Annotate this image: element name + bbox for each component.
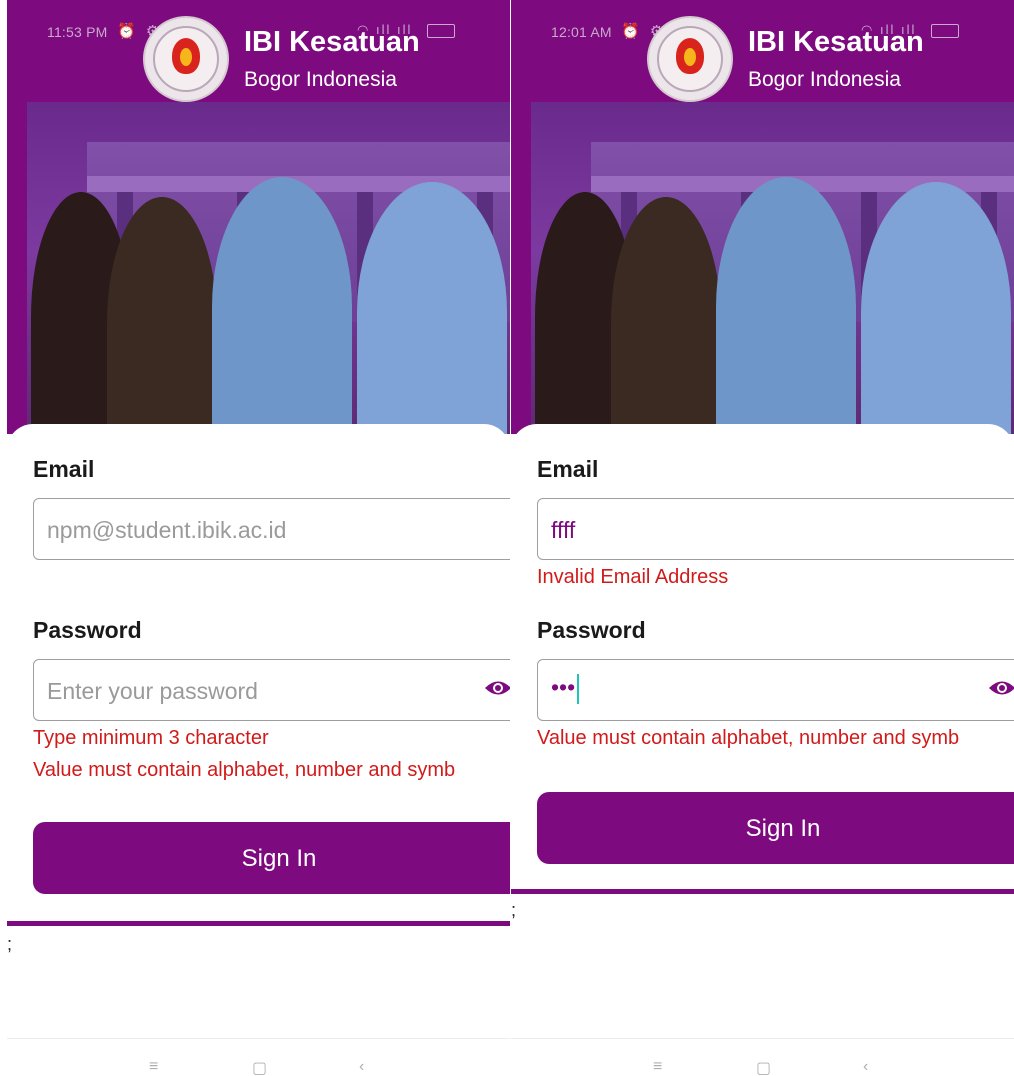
hero-image (511, 102, 1014, 434)
password-placeholder: Enter your password (47, 678, 258, 704)
email-placeholder: npm@student.ibik.ac.id (47, 517, 287, 543)
email-label: Email (33, 456, 95, 482)
semicolon-text: ; (511, 900, 517, 920)
logo-icon (647, 16, 733, 102)
nav-divider (7, 1038, 510, 1039)
password-label: Password (537, 617, 646, 643)
sign-in-button[interactable]: Sign In (33, 822, 510, 894)
password-field[interactable]: ••• (537, 659, 1014, 721)
nav-divider (511, 1038, 1014, 1039)
email-label: Email (537, 456, 599, 482)
semicolon-text: ; (7, 934, 13, 954)
email-field[interactable]: ffff (537, 498, 1014, 560)
battery-icon (931, 24, 959, 38)
menu-icon[interactable]: ≡ (653, 1058, 662, 1076)
hero-image (7, 102, 510, 434)
brand-title: IBI Kesatuan (244, 26, 420, 58)
sign-in-label: Sign In (745, 815, 821, 842)
screen-right: 12:01 AM ⏰ ⚙ ◠ ıll ıll IBI Kesatuan Bogo… (511, 0, 1014, 1076)
password-value: ••• (551, 674, 576, 701)
menu-icon[interactable]: ≡ (149, 1058, 158, 1076)
logo-icon (143, 16, 229, 102)
sign-in-button[interactable]: Sign In (537, 792, 1014, 864)
password-error: Value must contain alphabet, number and … (537, 727, 960, 749)
app-header: 11:53 PM ⏰ ⚙ ◠ ıll ıll IBI Kesatuan Bogo… (7, 0, 510, 102)
text-cursor (577, 674, 580, 704)
home-icon[interactable]: ▢ (756, 1058, 771, 1076)
screen-left: 11:53 PM ⏰ ⚙ ◠ ıll ıll IBI Kesatuan Bogo… (7, 0, 510, 1076)
password-label: Password (33, 617, 142, 643)
back-icon[interactable]: ‹ (359, 1058, 364, 1076)
back-icon[interactable]: ‹ (863, 1058, 868, 1076)
brand-title: IBI Kesatuan (748, 26, 924, 58)
brand-subtitle: Bogor Indonesia (748, 68, 901, 91)
email-value: ffff (551, 517, 576, 543)
brand-subtitle: Bogor Indonesia (244, 68, 397, 91)
password-error: Type minimum 3 character (33, 727, 269, 749)
password-error: Value must contain alphabet, number and … (33, 759, 456, 781)
sign-in-label: Sign In (241, 845, 317, 872)
home-icon[interactable]: ▢ (252, 1058, 267, 1076)
battery-icon (427, 24, 455, 38)
divider (511, 889, 1014, 894)
divider (7, 921, 510, 926)
status-time: 11:53 PM (47, 24, 108, 40)
app-header: 12:01 AM ⏰ ⚙ ◠ ıll ıll IBI Kesatuan Bogo… (511, 0, 1014, 102)
eye-icon[interactable] (988, 679, 1014, 697)
email-field[interactable]: npm@student.ibik.ac.id (33, 498, 510, 560)
status-time: 12:01 AM (551, 24, 612, 40)
eye-icon[interactable] (484, 679, 510, 697)
password-field[interactable]: Enter your password (33, 659, 510, 721)
email-error: Invalid Email Address (537, 566, 729, 588)
